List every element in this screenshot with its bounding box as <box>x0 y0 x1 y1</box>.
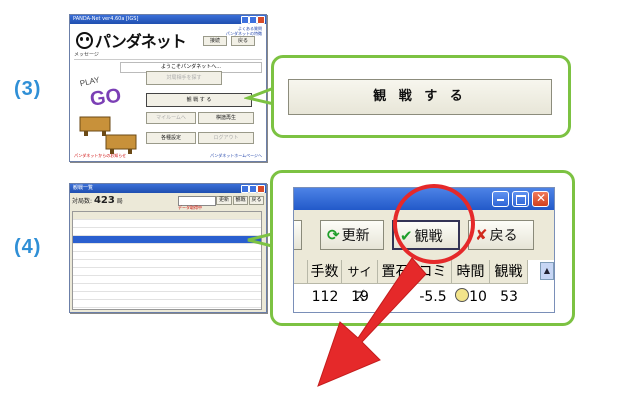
table-row[interactable] <box>73 276 261 284</box>
callout-watch-button: 観 戦 す る <box>271 55 571 138</box>
table-row[interactable] <box>73 228 261 236</box>
close-icon[interactable] <box>257 185 265 193</box>
step-label-3: (3) <box>14 78 42 100</box>
table-row[interactable] <box>73 252 261 260</box>
partial-control <box>294 220 302 250</box>
window-title-bar: PANDA-Net ver4.60a [IGS] <box>70 15 266 24</box>
table-row[interactable] <box>73 284 261 292</box>
grid-header <box>73 212 261 220</box>
close-icon[interactable] <box>257 16 265 24</box>
homepage-link[interactable]: パンダネットホームページへ <box>210 153 262 159</box>
go-board-icon <box>79 116 137 154</box>
panda-icon <box>455 288 470 302</box>
match-button[interactable]: 対局相手を探す <box>146 71 222 85</box>
column-header[interactable]: 時間 <box>452 260 490 284</box>
settings-button[interactable]: 各種設定 <box>146 132 196 144</box>
window-title: 観戦一覧 <box>73 185 94 191</box>
table-row[interactable] <box>73 268 261 276</box>
table-row[interactable] <box>73 308 261 309</box>
refresh-button-small[interactable]: 更新 <box>216 196 232 205</box>
play-text: PLAY <box>79 75 101 88</box>
refresh-icon: ⟳ <box>327 226 340 244</box>
minimize-icon[interactable] <box>241 16 249 24</box>
minimize-icon[interactable] <box>492 191 509 207</box>
table-row[interactable] <box>73 220 261 228</box>
table-row[interactable] <box>73 244 261 252</box>
logout-button[interactable]: ログアウト <box>198 132 254 144</box>
play-go-illustration: PLAY GO <box>76 73 142 155</box>
game-count: 対局数: 423 局 <box>72 195 123 206</box>
cross-icon: ✘ <box>475 226 488 244</box>
panda-icon <box>76 32 93 49</box>
window-title: PANDA-Net ver4.60a [IGS] <box>73 16 139 22</box>
cell-watchers: 53 <box>500 289 518 305</box>
cell-time: 10 <box>452 286 490 308</box>
callout-pointer-4 <box>247 232 273 248</box>
main-menu-window: PANDA-Net ver4.60a [IGS] パンダネット よくある質問 パ… <box>69 14 267 162</box>
scroll-up-arrow-icon[interactable]: ▲ <box>540 262 554 280</box>
back-button-small[interactable]: 戻る <box>249 196 264 205</box>
connect-button[interactable]: 接続 <box>203 36 227 46</box>
game-list-window: 観戦一覧 対局数: 423 局 データ取得中 更新 観戦 戻る <box>69 183 267 313</box>
table-row[interactable] <box>73 292 261 300</box>
top-links[interactable]: よくある質問 パンダネットの特徴 <box>226 26 262 36</box>
watch-button-large[interactable]: 観 戦 す る <box>288 79 552 115</box>
red-arrow-icon <box>317 257 427 387</box>
myroom-button[interactable]: マイルームへ <box>146 112 196 124</box>
step-label-4: (4) <box>14 236 42 258</box>
game-list-grid[interactable] <box>72 211 262 310</box>
panda-logo: パンダネット <box>76 28 187 52</box>
history-button[interactable]: 棋譜再生 <box>198 112 254 124</box>
watch-button-small[interactable]: 観 戦 す る <box>146 93 252 107</box>
watch-button-small[interactable]: 観戦 <box>233 196 248 205</box>
close-icon[interactable]: ✕ <box>532 191 549 207</box>
message-label: メッセージ <box>74 51 262 60</box>
table-row[interactable] <box>73 260 261 268</box>
column-header[interactable]: 観戦 <box>490 260 528 284</box>
maximize-icon[interactable] <box>249 16 257 24</box>
back-button[interactable]: ✘ 戻る <box>468 220 534 250</box>
table-row-selected[interactable] <box>73 236 261 244</box>
maximize-icon[interactable] <box>512 191 529 207</box>
notice-link[interactable]: パンダネットからのお知らせ <box>74 153 126 159</box>
refresh-button[interactable]: ⟳ 更新 <box>320 220 384 250</box>
go-text: GO <box>89 85 123 111</box>
table-row[interactable] <box>73 300 261 308</box>
maximize-icon[interactable] <box>249 185 257 193</box>
minimize-icon[interactable] <box>241 185 249 193</box>
back-button[interactable]: 戻る <box>231 36 255 46</box>
window-title-bar: 観戦一覧 <box>70 184 266 193</box>
